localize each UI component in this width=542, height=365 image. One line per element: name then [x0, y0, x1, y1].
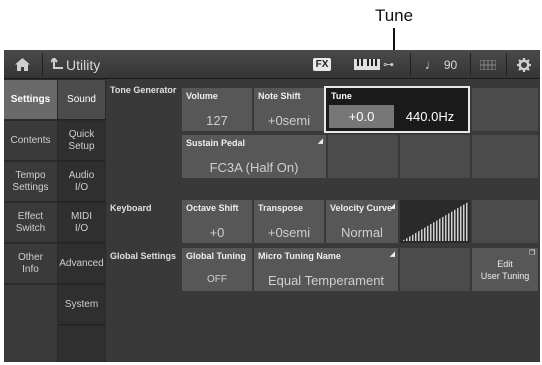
micro-tuning-name-label: Micro Tuning Name [258, 251, 341, 261]
transpose-label: Transpose [258, 203, 304, 213]
global-tuning-value: OFF [207, 274, 227, 285]
tab-contents[interactable]: Contents [4, 121, 57, 161]
velocity-curve-value: Normal [341, 225, 383, 240]
tune-callout-label: Tune [374, 6, 414, 25]
volume-param[interactable]: Volume 127 [182, 88, 252, 131]
empty-cell [400, 135, 470, 178]
section-keyboard: Keyboard [110, 203, 152, 213]
back-button[interactable] [46, 50, 68, 79]
tune-cents-value[interactable]: +0.0 [329, 105, 394, 128]
tune-label: Tune [331, 91, 352, 101]
tempo-button[interactable]: ♩ 90 [416, 50, 466, 79]
fx-indicator[interactable]: FX [307, 50, 337, 79]
velocity-curve-param[interactable]: Velocity Curve ◢ Normal [326, 200, 398, 243]
subtab-midi-io[interactable]: MIDI I/O [58, 203, 105, 243]
section-tone-generator: Tone Generator [110, 85, 177, 95]
subtab-advanced[interactable]: Advanced [58, 244, 105, 284]
velocity-curve-graph [400, 200, 470, 243]
tab-settings[interactable]: Settings [4, 80, 57, 120]
gear-icon [517, 57, 531, 72]
keyboard-icon [354, 59, 380, 70]
grid-icon [480, 59, 496, 70]
grid-button[interactable] [472, 50, 504, 79]
settings-button[interactable] [508, 50, 540, 79]
sustain-pedal-value: FC3A (Half On) [209, 160, 299, 175]
transpose-param[interactable]: Transpose +0semi [254, 200, 324, 243]
transpose-value: +0semi [267, 225, 311, 240]
subtab-system[interactable]: System [58, 285, 105, 325]
sustain-pedal-param[interactable]: Sustain Pedal ◢ FC3A (Half On) [182, 135, 326, 178]
empty-cell [472, 135, 538, 178]
sustain-pedal-label: Sustain Pedal [186, 138, 246, 148]
volume-value: 127 [206, 113, 228, 128]
subtab-audio-io[interactable]: Audio I/O [58, 162, 105, 202]
velocity-curve-icon [402, 202, 468, 241]
separator [42, 53, 43, 76]
note-shift-value: +0semi [267, 113, 311, 128]
tune-param[interactable]: Tune +0.0 440.0Hz [324, 86, 470, 133]
tempo-value: 90 [443, 57, 458, 72]
back-arrow-icon [51, 58, 63, 69]
tab-other-info[interactable]: Other Info [4, 244, 57, 284]
tune-hz-value[interactable]: 440.0Hz [396, 105, 464, 128]
empty-cell [472, 88, 538, 131]
empty-cell [400, 248, 470, 291]
empty-cell [472, 200, 538, 243]
volume-label: Volume [186, 91, 218, 101]
octave-shift-label: Octave Shift [186, 203, 239, 213]
dropdown-arrow-icon: ◢ [389, 203, 395, 210]
home-button[interactable] [4, 50, 40, 79]
dropdown-arrow-icon: ◢ [317, 138, 323, 145]
home-icon [14, 58, 30, 71]
separator [470, 53, 471, 76]
subtab-quick-setup[interactable]: Quick Setup [58, 121, 105, 161]
fx-badge: FX [312, 58, 332, 71]
keyboard-button[interactable]: ⊶ [347, 50, 401, 79]
popup-window-icon: ❐ [529, 250, 536, 257]
page-title: Utility [66, 56, 101, 73]
tab-tempo-settings[interactable]: Tempo Settings [4, 162, 57, 202]
utility-screen: Utility FX ⊶ ♩ 90 Settings Contents Temp… [4, 50, 540, 362]
octave-shift-value: +0 [209, 225, 225, 240]
global-tuning-param[interactable]: Global Tuning OFF [182, 248, 252, 291]
micro-tuning-name-param[interactable]: Micro Tuning Name ◢ Equal Temperament [254, 248, 398, 291]
keyboard-connector-icon: ⊶ [383, 59, 394, 71]
title-bar: Utility FX ⊶ ♩ 90 [4, 50, 540, 79]
section-global-settings: Global Settings [110, 251, 177, 261]
subtab-sound[interactable]: Sound [58, 80, 105, 120]
velocity-curve-label: Velocity Curve [330, 203, 393, 213]
empty-cell [328, 135, 398, 178]
tab-empty [4, 285, 57, 362]
tab-effect-switch[interactable]: Effect Switch [4, 203, 57, 243]
dropdown-arrow-icon: ◢ [389, 251, 395, 258]
separator [506, 53, 507, 76]
note-shift-param[interactable]: Note Shift +0semi [254, 88, 324, 131]
octave-shift-param[interactable]: Octave Shift +0 [182, 200, 252, 243]
subtab-empty [58, 326, 105, 362]
note-icon: ♩ [424, 57, 438, 72]
settings-content: Tone Generator Keyboard Global Settings … [106, 79, 540, 362]
separator [410, 53, 411, 76]
note-shift-label: Note Shift [258, 91, 301, 101]
micro-tuning-name-value: Equal Temperament [267, 273, 385, 288]
global-tuning-label: Global Tuning [186, 251, 246, 261]
